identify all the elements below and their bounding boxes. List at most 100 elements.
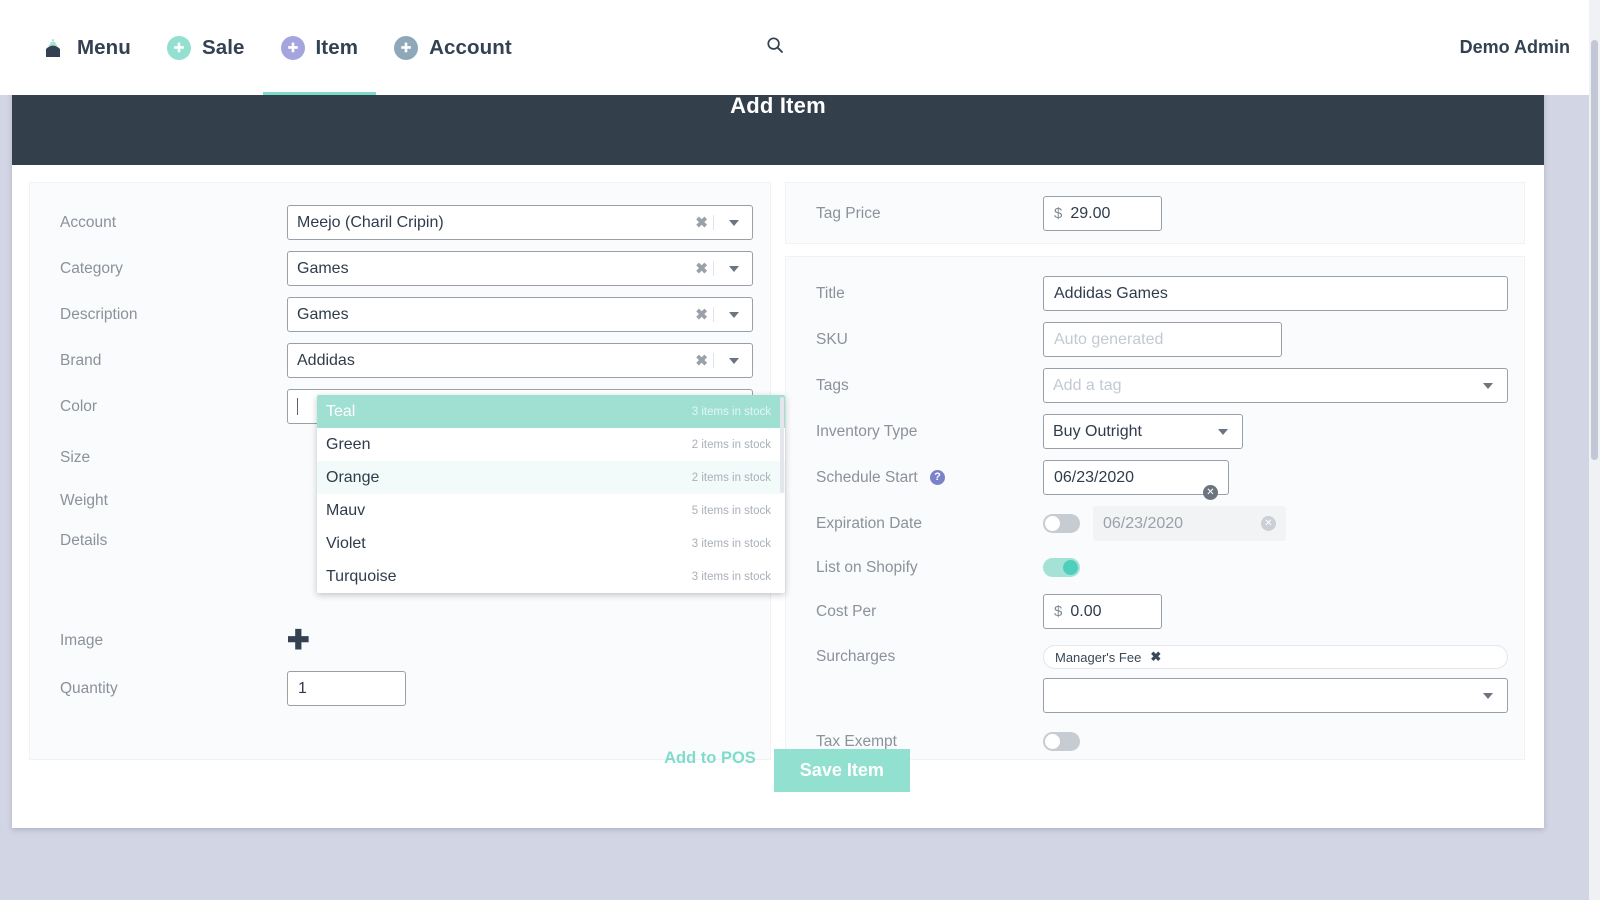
color-option-name: Mauv (326, 502, 365, 520)
tag-price-input[interactable]: $ 29.00 (1043, 196, 1162, 231)
weight-label: Weight (30, 492, 287, 510)
tags-select[interactable]: Add a tag (1043, 368, 1508, 403)
description-label: Description (30, 306, 287, 324)
chevron-down-icon[interactable] (729, 220, 739, 226)
title-value: Addidas Games (1054, 285, 1168, 303)
search-icon[interactable] (766, 36, 784, 59)
plus-icon[interactable]: ✚ (287, 627, 310, 654)
plus-circle-icon (281, 36, 305, 60)
page-header: Add Item (12, 88, 1544, 165)
surcharge-chip[interactable]: Manager's Fee ✖ (1043, 645, 1508, 669)
quantity-input[interactable]: 1 (287, 671, 406, 706)
surcharges-label: Surcharges (786, 645, 1043, 666)
quantity-label: Quantity (30, 680, 287, 698)
quantity-value: 1 (298, 680, 307, 698)
color-label: Color (30, 398, 287, 416)
chevron-down-icon[interactable] (729, 312, 739, 318)
nav-item-item[interactable]: Item (263, 0, 377, 95)
color-option-stock: 3 items in stock (692, 538, 776, 550)
color-option-name: Violet (326, 535, 366, 553)
right-form-column: Tag Price $ 29.00 Title Addidas Games SK… (785, 182, 1525, 760)
clear-icon[interactable]: ✖ (695, 307, 708, 322)
clear-icon: ✕ (1261, 516, 1276, 531)
clear-icon[interactable]: ✖ (695, 353, 708, 368)
list-item[interactable]: Violet 3 items in stock (317, 527, 785, 560)
field-row-account: Account Meejo (Charil Cripin) ✖ (30, 205, 770, 240)
schedule-start-value: 06/23/2020 (1054, 469, 1134, 487)
brand-select[interactable]: Addidas ✖ (287, 343, 753, 378)
left-form-panel: Account Meejo (Charil Cripin) ✖ Category… (29, 182, 771, 760)
page-title: Add Item (730, 93, 826, 119)
color-options-dropdown[interactable]: Teal 3 items in stock Green 2 items in s… (317, 395, 785, 593)
tag-price-value: 29.00 (1070, 205, 1110, 223)
page-scrollbar[interactable] (1589, 0, 1600, 900)
description-select[interactable]: Games ✖ (287, 297, 753, 332)
top-navigation-bar: Menu Sale Item Accou (0, 0, 1600, 95)
divider (713, 353, 714, 368)
chevron-down-icon[interactable] (1218, 429, 1228, 435)
size-label: Size (30, 449, 287, 467)
tag-price-label: Tag Price (786, 205, 1043, 223)
clear-icon[interactable]: ✕ (1203, 485, 1218, 500)
nav-item-label: Account (429, 36, 512, 60)
clear-icon[interactable]: ✖ (695, 261, 708, 276)
remove-icon[interactable]: ✖ (1150, 649, 1161, 665)
add-item-page: Add Item Account Meejo (Charil Cripin) ✖… (12, 88, 1544, 828)
user-menu[interactable]: Demo Admin (1460, 0, 1570, 95)
chevron-down-icon[interactable] (729, 358, 739, 364)
nav-item-label: Item (316, 36, 359, 60)
scrollbar-thumb[interactable] (1591, 40, 1598, 460)
chevron-down-icon[interactable] (729, 266, 739, 272)
color-option-stock: 5 items in stock (692, 505, 776, 517)
field-row-description: Description Games ✖ (30, 297, 770, 332)
list-on-shopify-toggle[interactable] (1043, 558, 1080, 577)
dropdown-scrollbar[interactable] (780, 397, 784, 493)
inventory-type-select[interactable]: Buy Outright (1043, 414, 1243, 449)
plus-circle-icon (394, 36, 418, 60)
brand-value: Addidas (288, 352, 355, 370)
color-option-name: Orange (326, 469, 379, 487)
surcharges-select[interactable] (1043, 678, 1508, 713)
account-value: Meejo (Charil Cripin) (288, 214, 444, 232)
nav-item-label: Menu (77, 36, 131, 60)
sku-placeholder: Auto generated (1054, 331, 1163, 349)
add-to-pos-link[interactable]: Add to POS (646, 749, 774, 768)
expiration-date-value: 06/23/2020 (1103, 515, 1183, 533)
currency-symbol: $ (1054, 603, 1062, 620)
list-item[interactable]: Teal 3 items in stock (317, 395, 785, 428)
description-value: Games (288, 306, 349, 324)
title-input[interactable]: Addidas Games (1043, 276, 1508, 311)
nav-item-account[interactable]: Account (376, 0, 530, 95)
list-item[interactable]: Mauv 5 items in stock (317, 494, 785, 527)
list-item[interactable]: Green 2 items in stock (317, 428, 785, 461)
menu-bag-icon (40, 35, 66, 61)
nav-item-menu[interactable]: Menu (22, 0, 149, 95)
surcharge-chip-label: Manager's Fee (1055, 650, 1141, 665)
chevron-down-icon[interactable] (1483, 383, 1493, 389)
inventory-type-value: Buy Outright (1044, 423, 1142, 441)
divider (713, 215, 714, 230)
cost-per-input[interactable]: $ 0.00 (1043, 594, 1162, 629)
account-select[interactable]: Meejo (Charil Cripin) ✖ (287, 205, 753, 240)
color-option-stock: 3 items in stock (692, 571, 776, 583)
category-select[interactable]: Games ✖ (287, 251, 753, 286)
color-option-stock: 2 items in stock (692, 439, 776, 451)
schedule-start-input[interactable]: 06/23/2020 ✕ (1043, 460, 1229, 495)
schedule-start-label: Schedule Start ? (786, 469, 1043, 487)
expiration-date-toggle[interactable] (1043, 514, 1080, 533)
clear-icon[interactable]: ✖ (695, 215, 708, 230)
brand-label: Brand (30, 352, 287, 370)
nav-item-sale[interactable]: Sale (149, 0, 263, 95)
currency-symbol: $ (1054, 205, 1062, 222)
nav-item-label: Sale (202, 36, 245, 60)
sku-input[interactable]: Auto generated (1043, 322, 1282, 357)
list-item[interactable]: Turquoise 3 items in stock (317, 560, 785, 593)
cost-per-value: 0.00 (1070, 603, 1101, 621)
toggle-knob (1063, 560, 1078, 575)
color-option-stock: 3 items in stock (692, 406, 776, 418)
list-item[interactable]: Orange 2 items in stock (317, 461, 785, 494)
help-circle-icon[interactable]: ? (930, 470, 945, 485)
chevron-down-icon[interactable] (1483, 693, 1493, 699)
save-item-button[interactable]: Save Item (774, 749, 910, 792)
image-label: Image (30, 632, 287, 650)
